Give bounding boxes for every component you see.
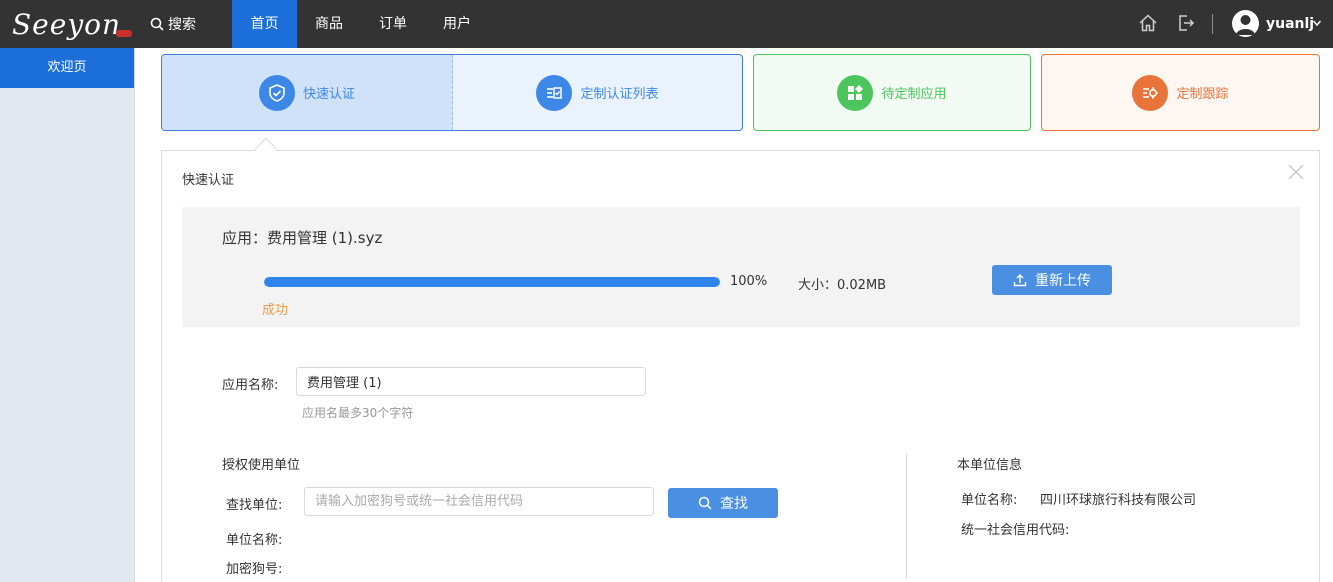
tab-tracking[interactable]: 定制跟踪 <box>1041 54 1320 131</box>
search-nav-button[interactable]: 搜索 <box>150 0 196 48</box>
credit-code-label: 统一社会信用代码: <box>961 523 1070 538</box>
section-divider <box>906 453 907 579</box>
username[interactable]: yuanlj <box>1266 0 1314 48</box>
own-unit-name-label: 单位名称: <box>961 493 1018 508</box>
upload-progress-fill <box>264 277 720 287</box>
reupload-button-label: 重新上传 <box>1035 272 1091 288</box>
app-name-hint: 应用名最多30个字符 <box>302 406 414 420</box>
apps-icon <box>837 74 874 111</box>
tab-quick-auth[interactable]: 快速认证 <box>162 55 453 130</box>
top-divider <box>1212 14 1213 34</box>
upload-progress-bar <box>264 277 720 287</box>
tab-custom-auth-list-label: 定制认证列表 <box>580 87 659 102</box>
auth-unit-name-label: 单位名称: <box>226 533 283 548</box>
logo-badge <box>116 30 132 37</box>
quick-auth-panel: 快速认证 应用：费用管理 (1).syz 100% 大小：0.02MB 成功 重… <box>161 150 1320 582</box>
find-unit-input[interactable] <box>304 487 654 516</box>
upload-progress-percent: 100% <box>730 274 768 289</box>
avatar-icon[interactable] <box>1232 10 1259 37</box>
chevron-down-icon[interactable] <box>1312 18 1322 28</box>
app-name-input[interactable] <box>296 367 646 396</box>
upload-icon <box>1013 274 1027 287</box>
logo-text: Seeyon <box>12 8 122 41</box>
tab-custom-auth-list[interactable]: 定制认证列表 <box>453 55 742 130</box>
logout-icon[interactable] <box>1175 12 1197 34</box>
upload-file-size: 大小：0.02MB <box>798 278 887 293</box>
search-icon <box>150 17 164 31</box>
tab-pending-apps[interactable]: 待定制应用 <box>753 54 1031 131</box>
tab-quick-auth-label: 快速认证 <box>302 87 355 102</box>
tab-pending-apps-label: 待定制应用 <box>881 87 947 102</box>
own-unit-title: 本单位信息 <box>957 458 1023 473</box>
own-unit-name-value: 四川环球旅行科技有限公司 <box>1040 493 1197 508</box>
list-icon <box>536 74 573 111</box>
home-icon[interactable] <box>1137 12 1159 34</box>
uploaded-app-name: 应用：费用管理 (1).syz <box>222 229 383 247</box>
search-nav-label: 搜索 <box>168 17 196 33</box>
track-icon <box>1132 74 1169 111</box>
nav-users[interactable]: 用户 <box>425 0 489 48</box>
search-icon <box>698 496 712 510</box>
nav-home[interactable]: 首页 <box>232 0 297 48</box>
nav-orders[interactable]: 订单 <box>361 0 425 48</box>
app-name-label: 应用名称: <box>222 378 279 393</box>
dongle-label: 加密狗号: <box>226 562 283 577</box>
main-nav: 首页 商品 订单 用户 <box>232 0 489 48</box>
upload-status-text: 成功 <box>262 303 289 318</box>
find-button[interactable]: 查找 <box>668 488 778 518</box>
top-bar: Seeyon 搜索 首页 商品 订单 用户 yuanlj <box>0 0 1333 48</box>
sidebar-item-welcome[interactable]: 欢迎页 <box>0 48 134 88</box>
seeyon-logo[interactable]: Seeyon <box>4 6 132 42</box>
find-button-label: 查找 <box>720 496 748 512</box>
panel-title: 快速认证 <box>182 173 235 188</box>
step-tabs: 快速认证 定制认证列表 <box>161 54 743 131</box>
shield-icon <box>258 74 295 111</box>
auth-unit-title: 授权使用单位 <box>222 458 301 473</box>
sidebar: 欢迎页 <box>0 48 135 582</box>
nav-products[interactable]: 商品 <box>297 0 361 48</box>
upload-status-box: 应用：费用管理 (1).syz 100% 大小：0.02MB 成功 重新上传 <box>182 207 1300 327</box>
reupload-button[interactable]: 重新上传 <box>992 265 1112 295</box>
find-unit-label: 查找单位: <box>226 498 283 513</box>
close-icon[interactable] <box>1287 163 1305 181</box>
tab-tracking-label: 定制跟踪 <box>1176 87 1229 102</box>
